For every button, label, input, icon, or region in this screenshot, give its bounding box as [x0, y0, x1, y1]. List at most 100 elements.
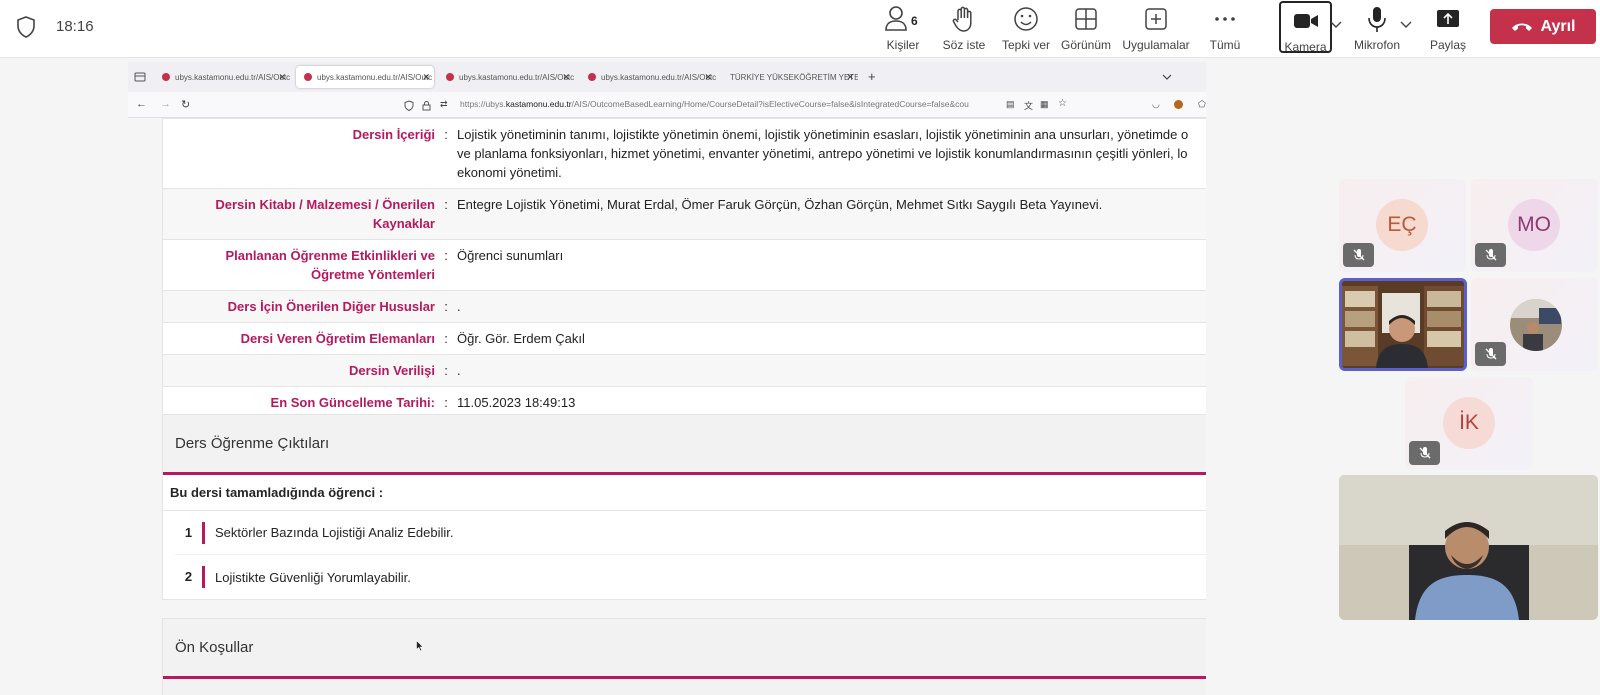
back-icon[interactable]: ← — [136, 98, 147, 110]
browser-tab-strip: ubys.kastamonu.edu.tr/AIS/Outc ✕ ubys.kas… — [128, 62, 1206, 92]
row-label: Dersin Kitabı / Malzemesi / Önerilen Kay… — [215, 197, 435, 231]
tracking-shield-icon[interactable] — [404, 100, 414, 111]
qr-code-icon[interactable]: ▦ — [1040, 99, 1049, 110]
video-camera-icon — [1293, 14, 1318, 28]
bookshelf-video-image — [1342, 281, 1464, 368]
camera-button[interactable]: Kamera — [1279, 1, 1332, 54]
people-button[interactable]: 6 Kişiler — [880, 4, 926, 54]
list-item: 1 Sektörler Bazında Lojistiği Analiz Ede… — [175, 511, 1206, 555]
share-label: Paylaş — [1429, 38, 1467, 52]
participant-tile[interactable]: İK — [1405, 377, 1533, 470]
site-favicon-icon — [304, 73, 312, 81]
list-item: 2 Lojistikte Güvenliği Yorumlayabilir. — [175, 555, 1206, 599]
table-row: Dersin Verilişi : . — [163, 355, 1206, 387]
table-row: Ders İçin Önerilen Diğer Hususlar : . — [163, 291, 1206, 323]
table-row: Dersin Kitabı / Malzemesi / Önerilen Kay… — [163, 189, 1206, 240]
profile-avatar-icon[interactable] — [1174, 100, 1183, 109]
view-label: Görünüm — [1060, 38, 1112, 52]
react-label: Tepki ver — [1001, 38, 1051, 52]
raise-hand-button[interactable]: Söz iste — [937, 4, 991, 54]
hand-icon — [952, 6, 972, 32]
muted-mic-icon — [1343, 243, 1374, 267]
prerequisites-section: Ön Koşullar — [162, 618, 1206, 695]
section-title: Ders Öğrenme Çıktıları — [175, 435, 330, 452]
share-screen-icon — [1437, 10, 1459, 27]
tab-list-icon[interactable] — [134, 71, 146, 83]
extension-icon[interactable]: ⬠ — [1198, 99, 1206, 110]
microphone-icon — [1368, 7, 1386, 32]
close-tab-icon[interactable]: ✕ — [278, 72, 286, 83]
forward-icon[interactable]: → — [160, 98, 171, 110]
mouse-cursor-icon — [416, 640, 424, 652]
row-label: Dersin İçeriği — [352, 127, 435, 142]
close-tab-icon[interactable]: ✕ — [704, 72, 712, 83]
camera-options-chevron-icon[interactable] — [1330, 20, 1342, 30]
more-icon — [1215, 17, 1235, 21]
reload-icon[interactable]: ↻ — [181, 98, 190, 111]
translate-icon[interactable]: 文 — [1024, 99, 1033, 112]
new-tab-icon[interactable]: + — [868, 69, 876, 84]
row-label: Planlanan Öğrenme Etkinlikleri ve Öğretm… — [225, 248, 435, 282]
avatar: EÇ — [1376, 199, 1428, 251]
lock-icon[interactable] — [422, 100, 431, 111]
browser-tab[interactable]: TÜRKİYE YÜKSEKÖĞRETİM YETERL ✕ — [722, 66, 858, 88]
row-label: Dersi Veren Öğretim Elemanları — [240, 331, 435, 346]
more-button[interactable]: Tümü — [1206, 4, 1244, 54]
browser-tab[interactable]: ubys.kastamonu.edu.tr/AIS/Outc ✕ — [154, 66, 290, 88]
muted-mic-icon — [1409, 441, 1440, 465]
raise-hand-label: Söz iste — [942, 38, 986, 52]
hang-up-icon — [1511, 23, 1532, 31]
participant-tile[interactable]: EÇ — [1339, 179, 1466, 272]
view-button[interactable]: Görünüm — [1058, 4, 1114, 54]
tab-overflow-chevron-icon[interactable] — [1162, 73, 1172, 81]
browser-tab[interactable]: ubys.kastamonu.edu.tr/AIS/Outc ✕ — [438, 66, 574, 88]
people-icon: 6 — [885, 6, 918, 31]
browser-tab-active[interactable]: ubys.kastamonu.edu.tr/AIS/Outc ✕ — [296, 66, 434, 88]
meeting-toolbar: 18:16 6 Kişiler Söz iste Tepki ver Görün… — [0, 0, 1600, 58]
close-tab-icon[interactable]: ✕ — [562, 72, 570, 83]
outcomes-list: Bu dersi tamamladığında öğrenci : 1 Sekt… — [163, 475, 1206, 599]
muted-mic-icon — [1475, 342, 1506, 366]
speaker-video-tile[interactable] — [1339, 475, 1598, 620]
camera-label: Kamera — [1284, 40, 1327, 54]
outcome-number: 2 — [175, 566, 205, 588]
page-margin — [128, 118, 162, 695]
reader-view-icon[interactable]: ▤ — [1006, 99, 1015, 110]
permissions-icon[interactable]: ⇄ — [440, 99, 448, 110]
row-value: Entegre Lojistik Yönetimi, Murat Erdal, … — [457, 197, 1103, 212]
mic-options-chevron-icon[interactable] — [1400, 20, 1412, 30]
grid-view-icon — [1075, 8, 1097, 30]
leave-button[interactable]: Ayrıl — [1490, 9, 1596, 44]
share-button[interactable]: Paylaş — [1425, 4, 1471, 54]
participant-tile[interactable]: MO — [1471, 179, 1598, 272]
row-colon: : — [444, 197, 448, 212]
row-label: Dersin Verilişi — [349, 363, 435, 378]
row-value: Öğr. Gör. Erdem Çakıl — [457, 331, 585, 346]
bookmark-star-icon[interactable]: ☆ — [1058, 98, 1067, 109]
section-divider — [163, 676, 1206, 679]
mic-button[interactable]: Mikrofon — [1350, 4, 1404, 54]
muted-mic-icon — [1475, 243, 1506, 267]
outcome-text: Sektörler Bazında Lojistiği Analiz Edebi… — [215, 525, 454, 540]
react-button[interactable]: Tepki ver — [1000, 4, 1052, 54]
people-label: Kişiler — [886, 38, 920, 52]
table-row: Dersi Veren Öğretim Elemanları : Öğr. Gö… — [163, 323, 1206, 355]
close-tab-icon[interactable]: ✕ — [422, 72, 430, 83]
section-title: Ön Koşullar — [175, 639, 254, 656]
pocket-icon[interactable]: ◡ — [1152, 99, 1160, 110]
row-value: . — [457, 363, 461, 378]
browser-tab[interactable]: ubys.kastamonu.edu.tr/AIS/Outc ✕ — [580, 66, 716, 88]
meeting-timer: 18:16 — [56, 18, 94, 35]
browser-nav-bar: ← → ↻ ⇄ https://ubys.kastamonu.edu.tr/AI… — [128, 92, 1206, 118]
leave-label: Ayrıl — [1540, 17, 1576, 35]
address-bar[interactable]: https://ubys.kastamonu.edu.tr/AIS/Outcom… — [460, 99, 1020, 109]
close-tab-icon[interactable]: ✕ — [846, 72, 854, 83]
course-info-table: Dersin İçeriği : Lojistik yönetiminin ta… — [162, 118, 1206, 420]
row-colon: : — [444, 299, 448, 314]
participant-tile[interactable] — [1471, 278, 1598, 371]
self-video-tile[interactable] — [1339, 278, 1467, 371]
shield-icon — [17, 16, 35, 38]
site-favicon-icon — [162, 73, 170, 81]
more-label: Tümü — [1209, 38, 1241, 52]
apps-button[interactable]: Uygulamalar — [1120, 4, 1192, 54]
